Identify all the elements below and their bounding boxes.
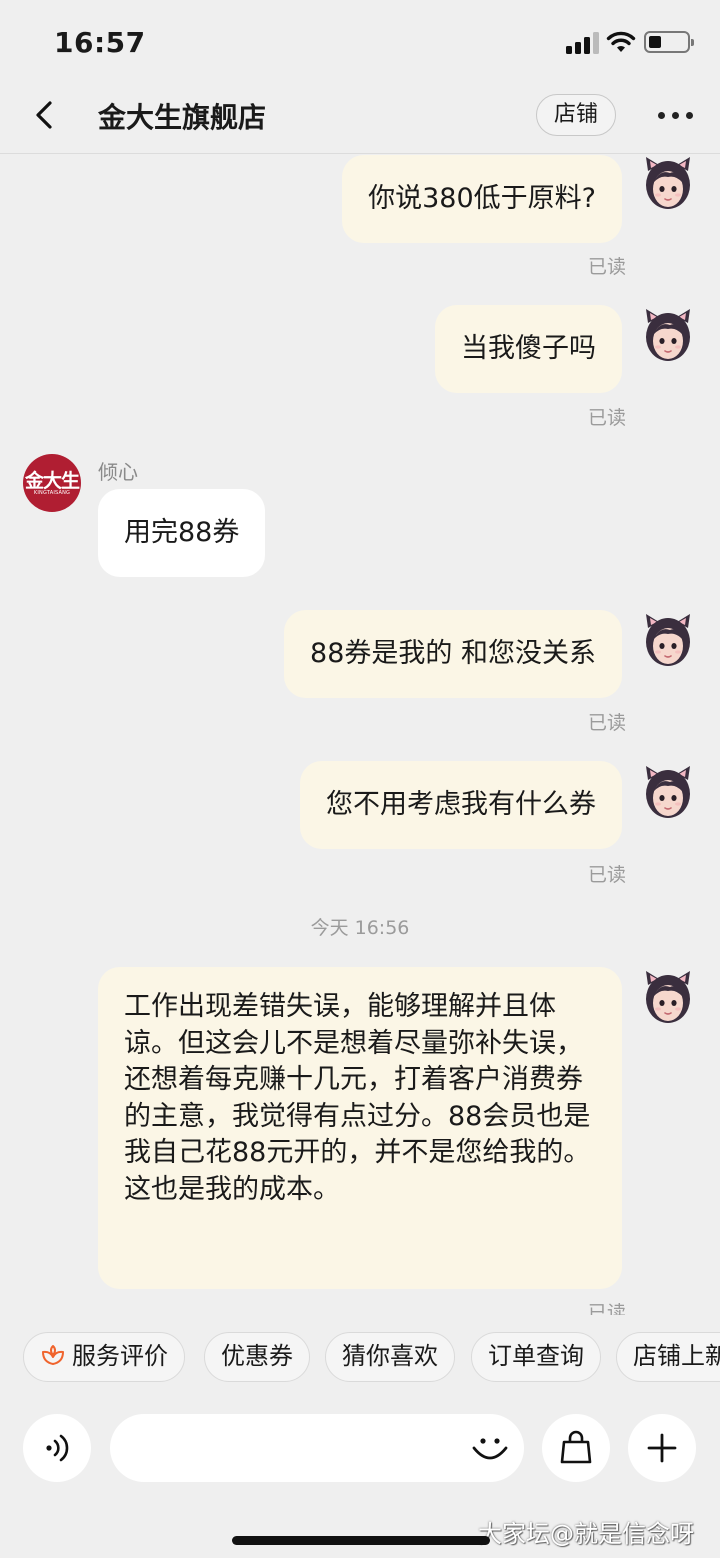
message-bubble-outgoing[interactable]: 当我傻子吗 bbox=[435, 305, 622, 393]
quick-reply-order[interactable]: 订单查询 bbox=[471, 1332, 601, 1382]
quick-reply-bar[interactable]: 服务评价 优惠券 猜你喜欢 订单查询 店铺上新 bbox=[0, 1316, 720, 1400]
chat-history[interactable]: 你说380低于原料? 已读 当我傻子吗 已读 金大生 KINGTAISANG 倾… bbox=[0, 155, 720, 1315]
message-bubble-outgoing[interactable]: 您不用考虑我有什么券 bbox=[300, 761, 622, 849]
nav-bar: 金大生旗舰店 店铺 bbox=[0, 84, 720, 154]
shopping-bag-icon bbox=[560, 1430, 592, 1464]
message-bubble-incoming[interactable]: 用完88券 bbox=[98, 489, 266, 577]
quick-reply-rating[interactable]: 服务评价 bbox=[23, 1332, 185, 1382]
message-bubble-outgoing[interactable]: 你说380低于原料? bbox=[342, 155, 622, 243]
wifi-icon bbox=[606, 31, 636, 52]
voice-icon bbox=[46, 1434, 69, 1462]
shop-avatar[interactable]: 金大生 KINGTAISANG bbox=[23, 454, 81, 512]
voice-button[interactable] bbox=[23, 1414, 91, 1482]
message-bubble-outgoing[interactable]: 工作出现差错失误，能够理解并且体谅。但这会儿不是想着尽量弥补失误，还想着每克赚十… bbox=[98, 967, 622, 1289]
watermark: 大家坛@就是信念呀 bbox=[478, 1520, 694, 1548]
quick-reply-label: 订单查询 bbox=[488, 1342, 584, 1370]
quick-reply-label: 优惠券 bbox=[221, 1342, 293, 1370]
flower-icon bbox=[42, 1345, 64, 1365]
plus-icon bbox=[647, 1433, 677, 1463]
quick-reply-label: 店铺上新 bbox=[633, 1342, 720, 1370]
quick-reply-recommend[interactable]: 猜你喜欢 bbox=[325, 1332, 455, 1382]
input-bar: 大家坛@就是信念呀 bbox=[0, 1400, 720, 1558]
status-bar: 16:57 bbox=[0, 0, 720, 84]
add-button[interactable] bbox=[628, 1414, 696, 1482]
user-avatar[interactable] bbox=[640, 307, 696, 367]
user-avatar[interactable] bbox=[640, 764, 696, 824]
chevron-left-icon[interactable] bbox=[28, 98, 62, 132]
quick-reply-new-arrivals[interactable]: 店铺上新 bbox=[616, 1332, 720, 1382]
quick-reply-label: 服务评价 bbox=[72, 1342, 168, 1370]
quick-reply-coupon[interactable]: 优惠券 bbox=[204, 1332, 310, 1382]
message-input[interactable] bbox=[110, 1414, 524, 1482]
store-button[interactable]: 店铺 bbox=[536, 94, 616, 136]
smile-icon[interactable] bbox=[468, 1426, 512, 1470]
time-divider: 今天 16:56 bbox=[310, 917, 410, 939]
more-dots-icon[interactable] bbox=[658, 112, 694, 120]
home-indicator[interactable] bbox=[232, 1536, 490, 1545]
sender-name: 倾心 bbox=[98, 460, 138, 484]
user-avatar[interactable] bbox=[640, 969, 696, 1029]
battery-icon bbox=[644, 31, 694, 53]
shopping-bag-button[interactable] bbox=[542, 1414, 610, 1482]
read-status: 已读 bbox=[587, 864, 626, 886]
read-status: 已读 bbox=[587, 712, 626, 734]
read-status: 已读 bbox=[587, 1302, 626, 1315]
quick-reply-label: 猜你喜欢 bbox=[342, 1342, 438, 1370]
signal-icon bbox=[566, 32, 600, 54]
page-title: 金大生旗舰店 bbox=[98, 101, 267, 134]
read-status: 已读 bbox=[587, 407, 626, 429]
read-status: 已读 bbox=[587, 256, 626, 278]
user-avatar[interactable] bbox=[640, 155, 696, 215]
message-bubble-outgoing[interactable]: 88券是我的 和您没关系 bbox=[284, 610, 622, 698]
user-avatar[interactable] bbox=[640, 612, 696, 672]
status-time: 16:57 bbox=[54, 26, 146, 59]
